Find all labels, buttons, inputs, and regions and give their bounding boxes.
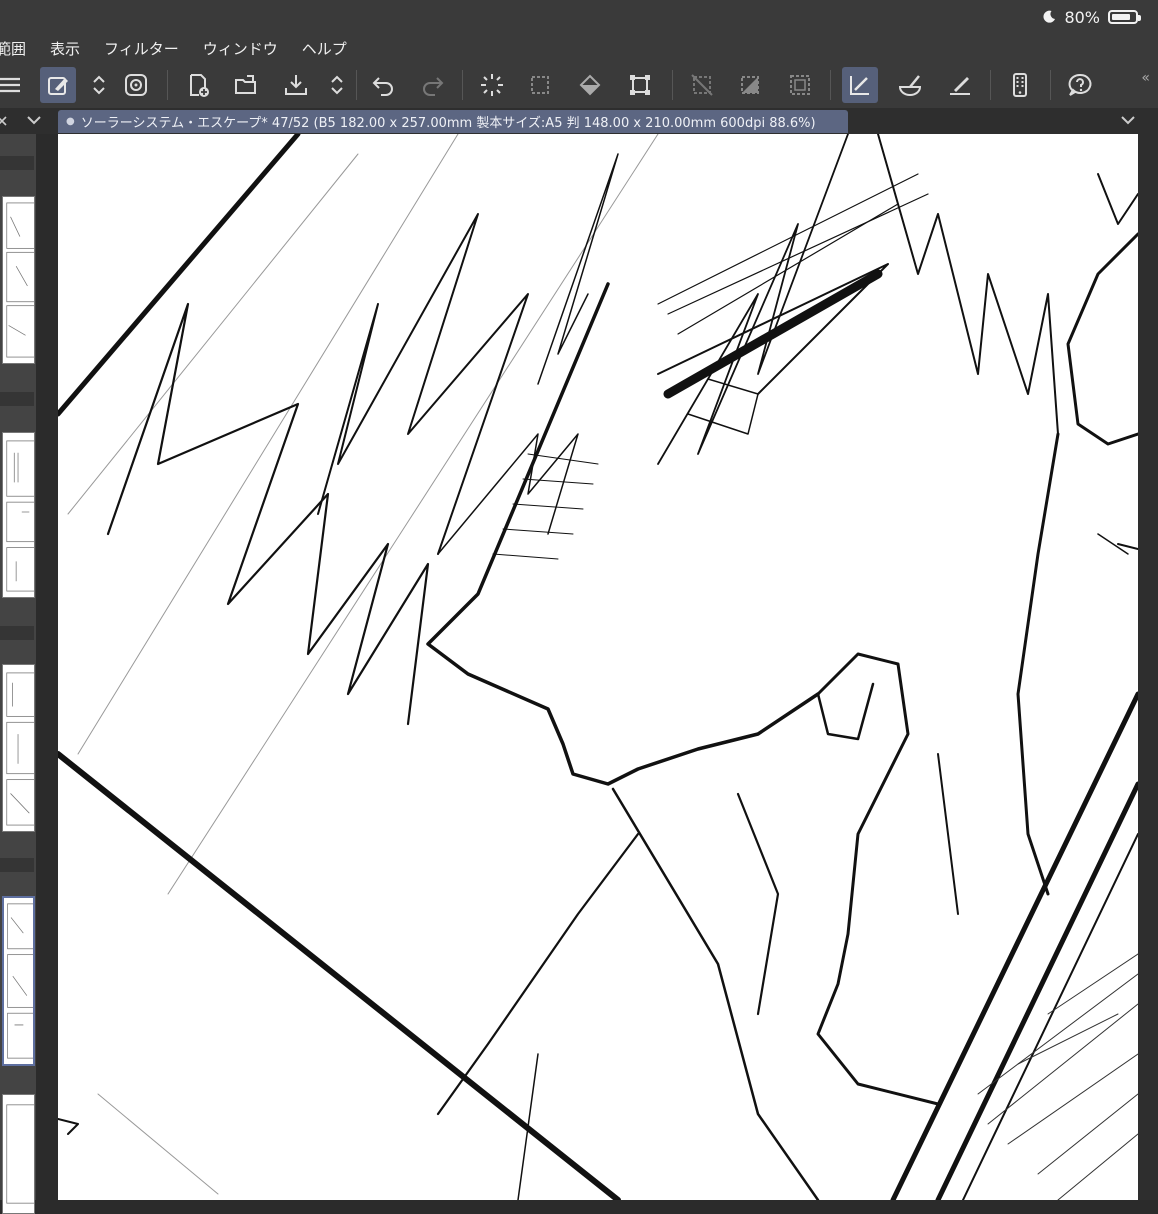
menu-window[interactable]: ウィンドウ <box>203 38 278 59</box>
page-thumbnail-selected[interactable] <box>2 896 35 1066</box>
status-indicators: 80% <box>1042 6 1141 28</box>
help-icon[interactable] <box>1062 67 1098 103</box>
chevron-updown-icon[interactable] <box>88 67 110 103</box>
save-icon[interactable] <box>278 67 314 103</box>
document-title: ソーラーシステム・エスケープ* 47/52 (B5 182.00 x 257.0… <box>80 116 816 131</box>
page-thumbnail[interactable] <box>2 1094 35 1214</box>
undo-icon[interactable] <box>366 67 402 103</box>
redo-icon[interactable] <box>414 67 450 103</box>
menu-view[interactable]: 表示 <box>50 38 80 59</box>
page-thumbnail[interactable] <box>2 664 35 832</box>
menu-selection[interactable]: 範囲 <box>0 38 26 59</box>
moon-icon <box>1043 10 1056 23</box>
selection-spinner-icon[interactable] <box>474 67 510 103</box>
status-bar: 80% <box>0 0 1158 34</box>
canvas-right-edge <box>1138 134 1158 1200</box>
ruler-pen-icon[interactable] <box>842 67 878 103</box>
collapse-panel-icon[interactable]: « <box>1141 70 1150 86</box>
brush-icon[interactable] <box>892 67 928 103</box>
menu-bar: 範囲 表示 フィルター ウィンドウ ヘルプ <box>0 34 1158 62</box>
new-page-icon[interactable] <box>180 67 216 103</box>
page-manager-panel <box>0 134 36 1214</box>
document-tab[interactable]: ● ソーラーシステム・エスケープ* 47/52 (B5 182.00 x 257… <box>58 110 848 133</box>
sub-tool-icon[interactable] <box>40 67 76 103</box>
transform-icon[interactable] <box>622 67 658 103</box>
tab-list-chevron-icon[interactable] <box>1120 114 1136 126</box>
menu-icon[interactable] <box>0 67 28 103</box>
swirl-icon[interactable] <box>118 67 154 103</box>
smartphone-icon[interactable] <box>1002 67 1038 103</box>
page-thumbnail[interactable] <box>2 432 35 598</box>
close-icon[interactable] <box>0 114 8 128</box>
battery-percent: 80% <box>1064 7 1100 27</box>
invert-selection-icon[interactable] <box>732 67 768 103</box>
chevron-updown-icon-2[interactable] <box>326 67 348 103</box>
pen-icon[interactable] <box>942 67 978 103</box>
selection-dashed-icon[interactable] <box>522 67 558 103</box>
page-thumbnail[interactable] <box>2 196 35 364</box>
document-tab-row: ● ソーラーシステム・エスケープ* 47/52 (B5 182.00 x 257… <box>0 108 1158 134</box>
open-folder-icon[interactable] <box>228 67 264 103</box>
command-bar: « <box>0 62 1158 108</box>
unsaved-dot-icon: ● <box>66 116 75 127</box>
menu-help[interactable]: ヘルプ <box>302 38 347 59</box>
menu-filter[interactable]: フィルター <box>104 38 179 59</box>
selection-border-icon[interactable] <box>782 67 818 103</box>
manga-line-art <box>58 134 1138 1200</box>
fill-icon[interactable] <box>572 67 608 103</box>
deselect-icon[interactable] <box>684 67 720 103</box>
battery-icon <box>1108 10 1141 24</box>
chevron-down-icon[interactable] <box>26 114 42 126</box>
drawing-canvas[interactable] <box>58 134 1138 1200</box>
